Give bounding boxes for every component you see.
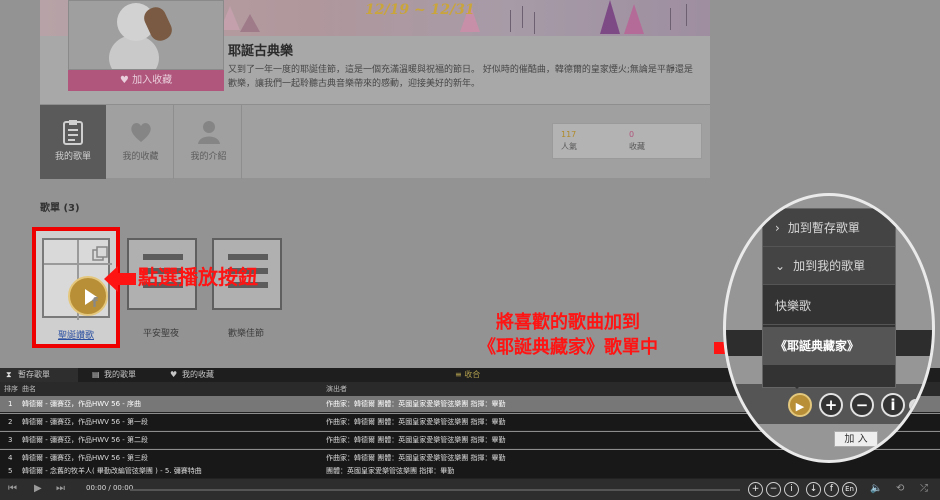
header-name: 曲名: [22, 385, 36, 393]
heart-icon: ♥: [170, 370, 178, 379]
popularity-label: 人氣: [561, 142, 577, 151]
tab-my-playlist[interactable]: ▤ 我的歌單: [86, 368, 164, 382]
header-performer: 演出者: [326, 385, 347, 393]
facebook-icon[interactable]: f: [824, 482, 839, 497]
shuffle-icon[interactable]: ⤮: [920, 483, 928, 494]
add-favorite-button[interactable]: ♥ 加入收藏: [68, 70, 224, 91]
track-index: 3: [8, 436, 13, 444]
collect-stat: 0 收藏: [629, 129, 645, 153]
track-performer: 作曲家：韓德爾 團體：英國皇家愛樂管弦樂團 指揮：畢勤: [326, 400, 506, 408]
playlist-label[interactable]: 聖誕讚歌: [36, 328, 116, 341]
menu-item-xmas-collection[interactable]: 《耶誕典藏家》: [763, 327, 895, 365]
track-name: 韓德爾 - 彌賽亞，作品HWV 56 - 第二段: [22, 436, 149, 444]
info-icon[interactable]: i: [881, 393, 905, 417]
tab-my-favorites[interactable]: 我的收藏: [108, 105, 174, 179]
menu-item-label: 快樂歌: [775, 299, 812, 313]
next-icon[interactable]: ⏭: [56, 483, 65, 494]
arrow-left-icon: [104, 266, 136, 292]
add-favorite-label: 加入收藏: [132, 75, 173, 86]
facebook-icon[interactable]: f: [92, 296, 98, 311]
playlist-card-1[interactable]: f: [42, 238, 112, 320]
collect-value: 0: [629, 130, 635, 139]
stats-box: 117 人氣 0 收藏: [552, 123, 702, 159]
menu-item-add-temp[interactable]: › 加到暫存歌單: [763, 209, 895, 247]
chevron-down-icon: ⌄: [775, 259, 786, 273]
popularity-value: 117: [561, 130, 577, 139]
repeat-icon[interactable]: ⟲: [896, 483, 904, 494]
menu-item-label: 加到暫存歌單: [787, 221, 860, 235]
heart-icon: [130, 123, 151, 142]
header-index: 排序: [4, 385, 18, 393]
tab-label: 暫存歌單: [18, 370, 50, 379]
add-to-menu: › 加到暫存歌單 ⌄ 加到我的歌單 快樂歌 《耶誕典藏家》: [762, 208, 896, 388]
playback-time: 00:00 / 00:00: [86, 484, 134, 492]
track-name: 韓德爾 - 彌賽亞，作品HWV 56 - 序曲: [22, 400, 142, 408]
playlists-section-title: 歌單 (3): [40, 203, 80, 214]
play-icon[interactable]: ▶: [788, 393, 812, 417]
player-controls: ⏮ ▶ ⏭ 00:00 / 00:00 + − i ↓ f En 🔈 ⟲ ⤮: [0, 479, 940, 500]
language-icon[interactable]: En: [842, 482, 857, 497]
tab-label: 我的收藏: [182, 370, 214, 379]
track-name: 韓德爾 - 彌賽亞，作品HWV 56 - 第一段: [22, 418, 149, 426]
tab-my-intro[interactable]: 我的介紹: [176, 105, 242, 179]
volume-icon[interactable]: 🔈: [870, 483, 882, 494]
tab-label: 我的收藏: [122, 152, 159, 162]
annotation-add-line1: 將喜歡的歌曲加到: [496, 312, 640, 333]
tab-temp-playlist[interactable]: ⧗ 暫存歌單: [0, 368, 78, 382]
add-icon[interactable]: +: [748, 482, 763, 497]
album-card: 12/19 ~ 12/31 ♥ 加入收藏 耶誕古典樂 又到了一年一度的耶誕佳節，…: [40, 0, 710, 179]
menu-item-label: 《耶誕典藏家》: [775, 339, 860, 353]
tab-label: 我的歌單: [104, 370, 136, 379]
copy-icon[interactable]: [92, 246, 108, 262]
collapse-button[interactable]: ≡ 收合: [455, 368, 480, 382]
progress-bar[interactable]: [130, 489, 740, 491]
clipboard-icon: [63, 120, 83, 145]
previous-icon[interactable]: ⏮: [8, 483, 17, 494]
clipboard-icon: ▤: [92, 370, 100, 379]
track-row[interactable]: 5 韓德爾 - 念舊的牧羊人( 畢勤改編管弦樂團 ) - 5. 彌賽特曲 團體：…: [0, 464, 940, 479]
track-index: 5: [8, 467, 13, 475]
menu-item-add-mine[interactable]: ⌄ 加到我的歌單: [763, 247, 895, 285]
track-index: 1: [8, 400, 13, 408]
remove-icon[interactable]: −: [766, 482, 781, 497]
download-icon[interactable]: ↓: [909, 399, 922, 412]
remove-icon[interactable]: −: [850, 393, 874, 417]
track-index: 2: [8, 418, 13, 426]
info-icon[interactable]: i: [784, 482, 799, 497]
album-title: 耶誕古典樂: [228, 44, 294, 59]
collect-label: 收藏: [629, 142, 645, 151]
tooltip: 加 入: [834, 431, 878, 447]
album-cover: [68, 0, 224, 70]
annotation-add-line2: 《耶誕典藏家》歌單中: [478, 337, 658, 358]
popularity-stat: 117 人氣: [561, 129, 577, 153]
track-performer: 作曲家：韓德爾 團體：英國皇家愛樂管弦樂團 指揮：畢勤: [326, 436, 506, 444]
tab-my-playlists[interactable]: 我的歌單: [40, 105, 106, 179]
hourglass-icon: ⧗: [6, 370, 12, 379]
album-description: 又到了一年一度的耶誕佳節，這是一個充滿溫暖與祝福的節日。 好似時的催酷曲，韓德爾…: [228, 65, 693, 89]
menu-item-label: 加到我的歌單: [793, 259, 866, 273]
tab-label: 我的介紹: [190, 152, 227, 162]
download-icon[interactable]: ↓: [806, 482, 821, 497]
play-icon[interactable]: [68, 276, 108, 316]
add-icon[interactable]: +: [819, 393, 843, 417]
tab-label: 我的歌單: [54, 152, 91, 162]
tab-my-collection[interactable]: ♥ 我的收藏: [164, 368, 242, 382]
track-name: 韓德爾 - 念舊的牧羊人( 畢勤改編管弦樂團 ) - 5. 彌賽特曲: [22, 467, 202, 475]
menu-item-happy-song[interactable]: 快樂歌: [763, 287, 895, 325]
profile-tabbar: 我的歌單 我的收藏 我的介紹 117 人氣 0 收藏: [40, 104, 710, 179]
user-icon: [197, 121, 220, 144]
play-icon[interactable]: ▶: [34, 483, 42, 494]
banner-date: 12/19 ~ 12/31: [365, 2, 475, 18]
annotation-click-play: 點選播放按鈕: [138, 265, 258, 289]
playlist-label[interactable]: 歡樂佳節: [228, 326, 264, 339]
playlist-label[interactable]: 平安聖夜: [143, 326, 179, 339]
zoom-magnifier: › 加到暫存歌單 ⌄ 加到我的歌單 快樂歌 《耶誕典藏家》 ▶ + − i ↓ f …: [723, 193, 935, 463]
track-performer: 團體：英國皇家愛樂管弦樂團 指揮：畢勤: [326, 467, 455, 475]
track-performer: 作曲家：韓德爾 團體：英國皇家愛樂管弦樂團 指揮：畢勤: [326, 418, 506, 426]
chevron-right-icon: ›: [775, 221, 780, 235]
menu-pointer: [790, 382, 804, 389]
